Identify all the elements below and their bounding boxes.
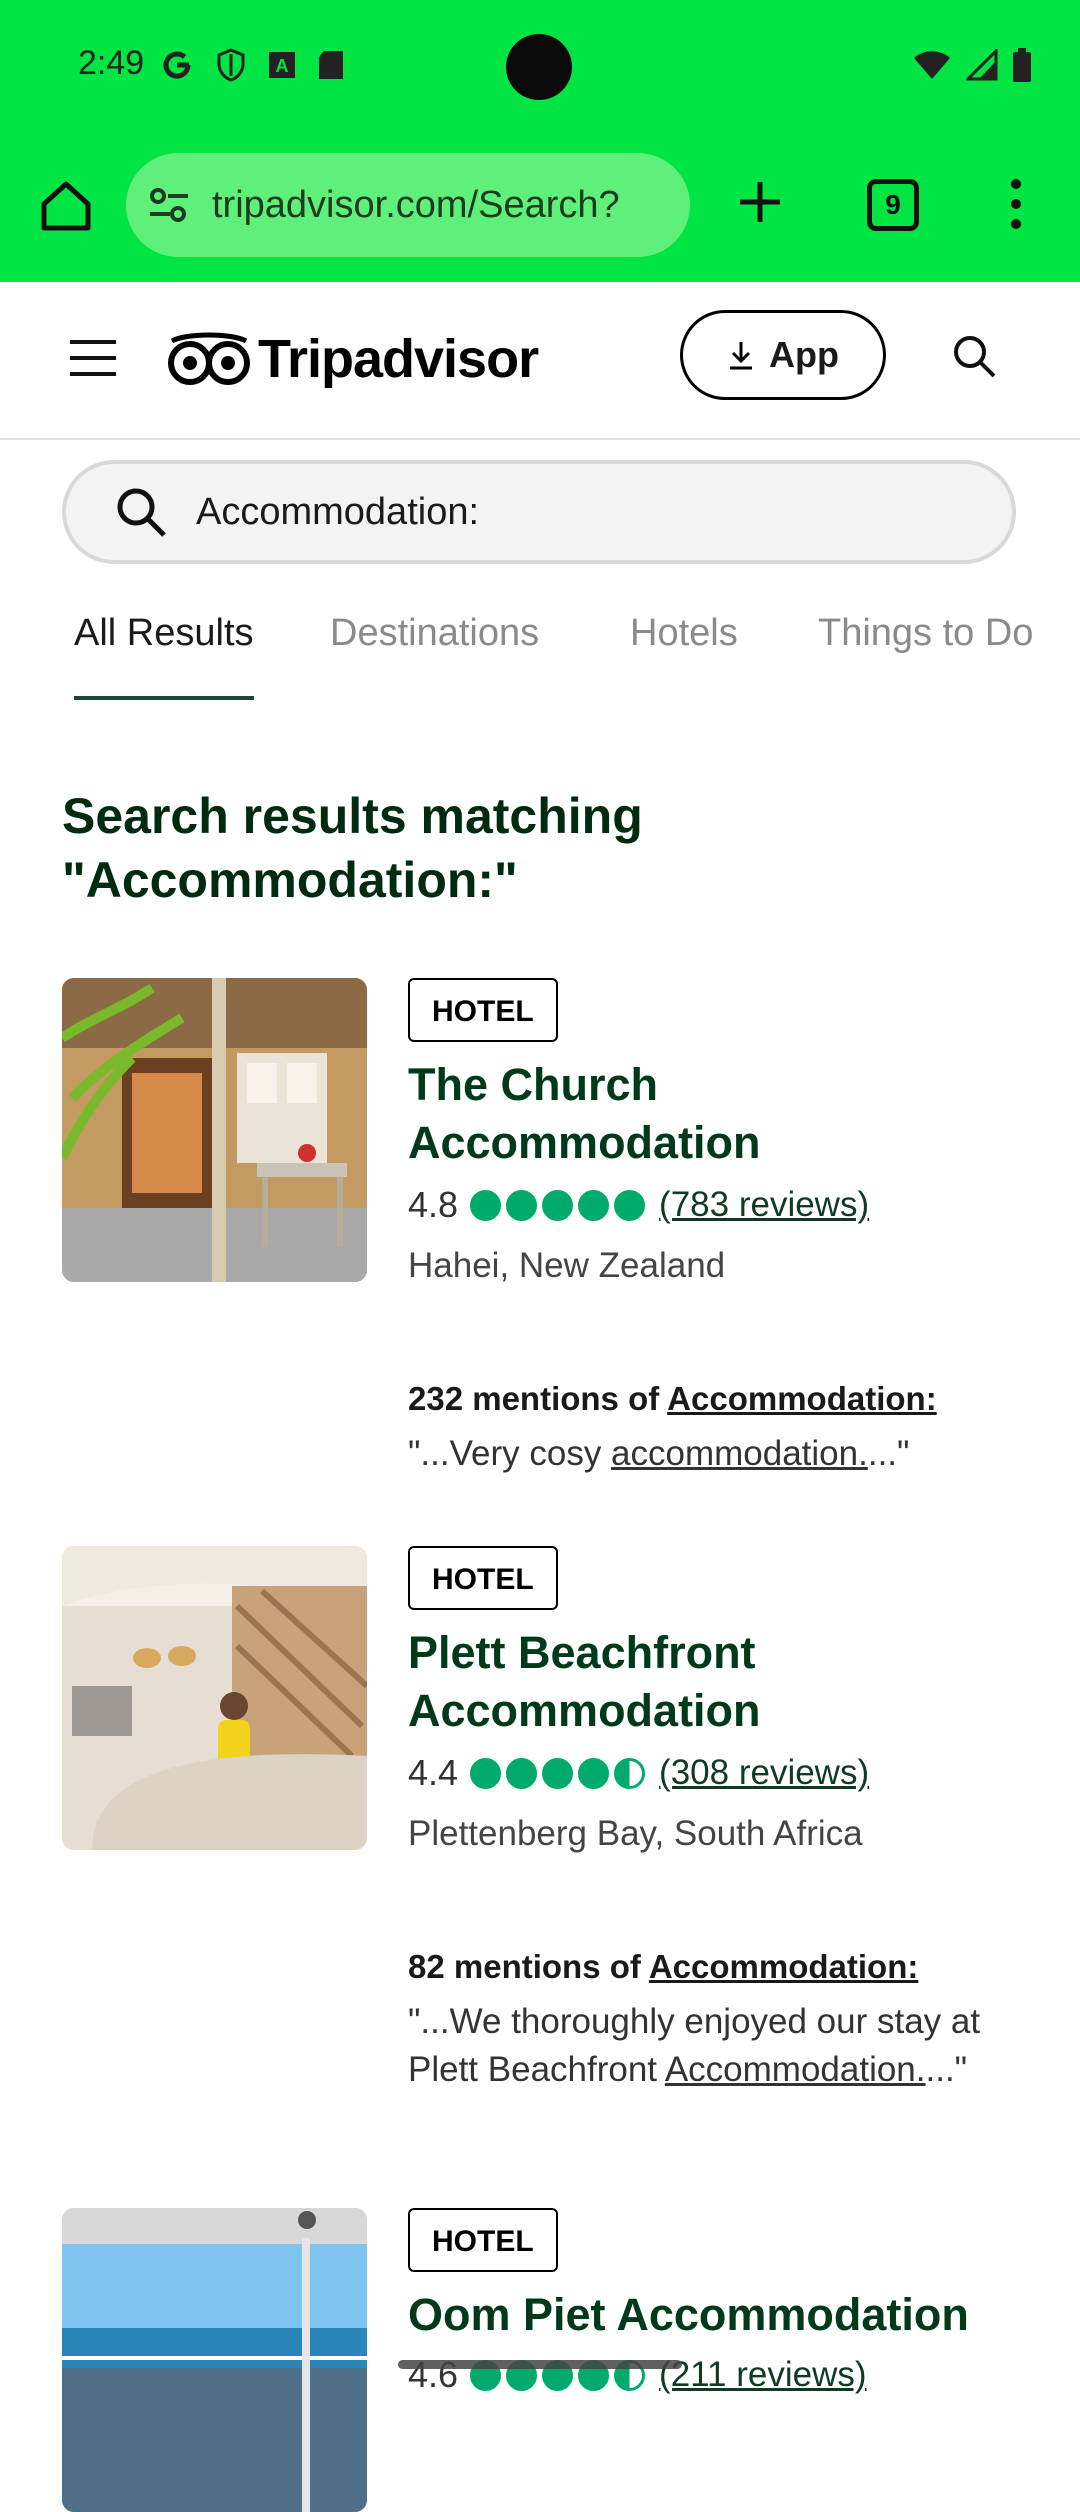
status-time: 2:49: [78, 44, 145, 82]
status-bar: 2:49 A: [0, 0, 1080, 130]
hotel-photo-oom-piet: [62, 2208, 367, 2512]
reviews-link[interactable]: (211 reviews): [659, 2355, 866, 2395]
review-snippet: "...We thoroughly enjoyed our stay at Pl…: [408, 1998, 1008, 2094]
signal-icon: [966, 49, 998, 81]
rating-bubble-icon: [614, 1757, 646, 1789]
rating-bubble-icon: [506, 1189, 538, 1221]
hotel-photo[interactable]: [62, 978, 367, 1282]
hotel-photo[interactable]: [62, 2208, 367, 2512]
heading-line-1: Search results matching: [62, 788, 643, 844]
review-snippet: "...Very cosy accommodation....": [408, 1430, 1008, 1478]
reviews-link[interactable]: (783 reviews): [659, 1185, 869, 1225]
url-text[interactable]: tripadvisor.com/Search?: [212, 184, 682, 227]
hotel-photo-plett: [62, 1546, 367, 1850]
tab-things-to-do[interactable]: Things to Do: [818, 612, 1033, 692]
mentions-line: 82 mentions of Accommodation:: [408, 1948, 918, 1986]
brand-name: Tripadvisor: [258, 329, 539, 389]
rating-bubble-icon: [470, 1757, 502, 1789]
mentions-term-link[interactable]: Accommodation:: [649, 1948, 919, 1985]
google-icon: [163, 51, 191, 79]
search-icon: [117, 488, 166, 537]
tab-hotels[interactable]: Hotels: [630, 612, 738, 692]
site-settings-icon[interactable]: [146, 182, 192, 228]
snippet-link[interactable]: Accommodation.: [665, 2050, 926, 2089]
status-notification-icons: A: [160, 48, 344, 82]
rating-bubble-icon: [542, 1189, 574, 1221]
app-download-button[interactable]: App: [680, 310, 886, 400]
hotel-title-line-1[interactable]: The Church: [408, 1056, 1008, 1114]
hotel-photo-church: [62, 978, 367, 1282]
hotel-title[interactable]: Oom Piet Accommodation: [408, 2286, 1048, 2344]
hotel-title-line-2[interactable]: Accommodation: [408, 1682, 1008, 1740]
heading-line-2: "Accommodation:": [62, 852, 518, 908]
shield-icon: [217, 48, 245, 82]
hotel-location: Hahei, New Zealand: [408, 1246, 726, 1285]
rating-bubble-icon: [506, 1757, 538, 1789]
site-header: Tripadvisor App: [0, 282, 1080, 440]
rating-score: 4.4: [408, 1752, 459, 1793]
snippet-end: ...": [925, 2050, 968, 2089]
search-field[interactable]: [62, 460, 1016, 564]
snippet-text: "...Very cosy: [408, 1434, 612, 1473]
rating-row: 4.4 (308 reviews): [408, 1752, 869, 1794]
hotel-photo[interactable]: [62, 1546, 367, 1850]
rating-row: 4.8 (783 reviews): [408, 1184, 869, 1226]
sd-card-icon: [319, 51, 343, 79]
mentions-count: 232 mentions of: [408, 1380, 668, 1417]
battery-icon: [1013, 48, 1031, 82]
rating-bubble-icon: [614, 1189, 646, 1221]
snippet-end: ...": [867, 1434, 910, 1473]
hotel-title-line-2[interactable]: Accommodation: [408, 1114, 1008, 1172]
tab-switcher-button[interactable]: 9: [867, 179, 919, 231]
category-badge: HOTEL: [408, 2208, 558, 2272]
rating-bubble-icon: [542, 1757, 574, 1789]
mentions-term-link[interactable]: Accommodation:: [667, 1380, 937, 1417]
browser-toolbar: tripadvisor.com/Search? 9: [0, 130, 1080, 282]
front-camera: [506, 34, 572, 100]
result-tabs: All Results Destinations Hotels Things t…: [0, 600, 1080, 700]
category-badge: HOTEL: [408, 978, 558, 1042]
wifi-icon: [914, 51, 950, 79]
menu-icon[interactable]: [68, 338, 118, 378]
text-icon: A: [269, 52, 295, 78]
rating-bubbles: [470, 1189, 646, 1221]
home-icon[interactable]: [36, 176, 96, 236]
hotel-title[interactable]: The Church Accommodation: [408, 1056, 1008, 1172]
hotel-title-line-1[interactable]: Oom Piet Accommodation: [408, 2286, 1048, 2344]
mentions-count: 82 mentions of: [408, 1948, 649, 1985]
status-system-icons: [912, 48, 1032, 82]
rating-score: 4.8: [408, 1184, 459, 1225]
rating-bubble-icon: [470, 1189, 502, 1221]
reviews-link[interactable]: (308 reviews): [659, 1753, 869, 1793]
search-icon[interactable]: [950, 332, 1000, 382]
rating-bubble-icon: [578, 1757, 610, 1789]
gesture-bar[interactable]: [398, 2360, 682, 2369]
hotel-title-line-1[interactable]: Plett Beachfront: [408, 1624, 1008, 1682]
mentions-line: 232 mentions of Accommodation:: [408, 1380, 937, 1418]
app-button-label: App: [769, 334, 839, 375]
snippet-link[interactable]: accommodation.: [611, 1434, 868, 1473]
more-options-icon[interactable]: [1000, 174, 1032, 234]
hotel-location: Plettenberg Bay, South Africa: [408, 1814, 863, 1853]
tab-all-results[interactable]: All Results: [74, 612, 254, 700]
tab-destinations[interactable]: Destinations: [330, 612, 539, 692]
owl-logo-icon: [168, 332, 250, 385]
rating-bubble-icon: [578, 1189, 610, 1221]
new-tab-icon[interactable]: [732, 174, 788, 230]
download-icon: [730, 342, 752, 370]
search-input[interactable]: [194, 489, 958, 535]
category-badge: HOTEL: [408, 1546, 558, 1610]
hotel-title[interactable]: Plett Beachfront Accommodation: [408, 1624, 1008, 1740]
results-heading: Search results matching "Accommodation:": [62, 784, 962, 912]
tripadvisor-logo[interactable]: Tripadvisor: [166, 328, 539, 390]
rating-bubbles: [470, 1757, 646, 1789]
svg-text:A: A: [276, 56, 289, 76]
address-bar[interactable]: tripadvisor.com/Search?: [126, 153, 690, 257]
